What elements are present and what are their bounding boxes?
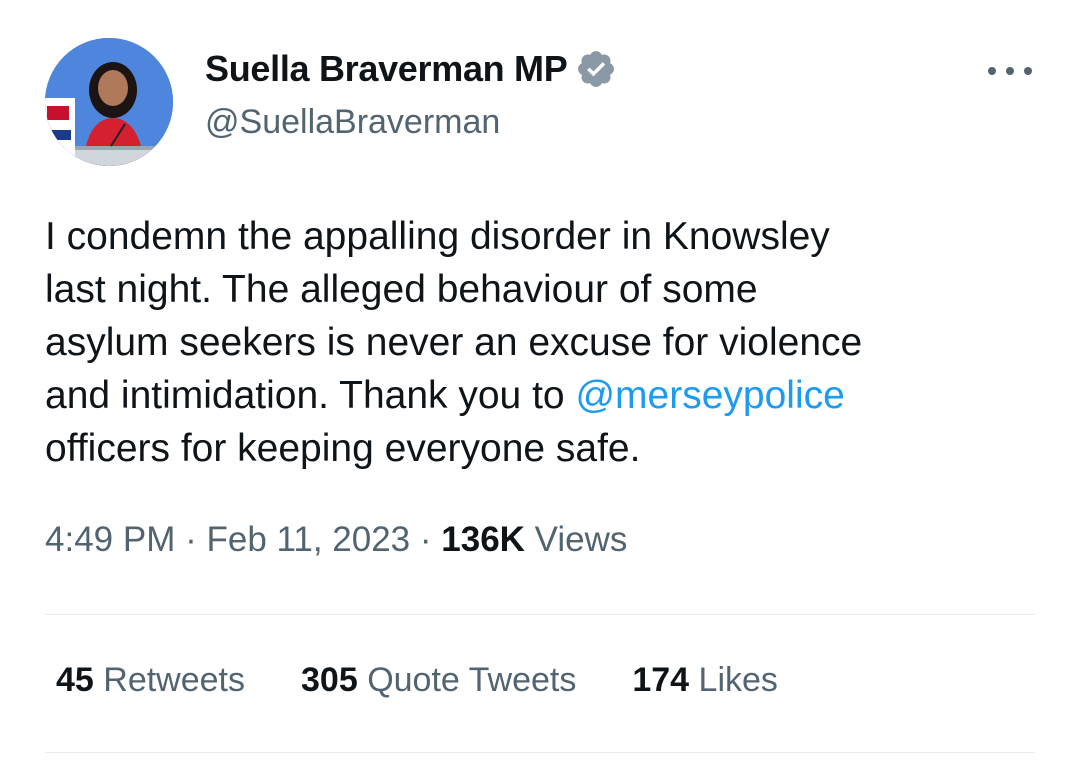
tweet-text-fragment: and intimidation. Thank you to [45,374,576,417]
tweet-text-line: asylum seekers is never an excuse for vi… [45,321,863,364]
tweet-text-line: I condemn the appalling disorder in Know… [45,215,830,258]
divider [45,752,1035,753]
verified-badge-icon [578,51,615,87]
author-name-row: Suella Braverman MP [205,48,617,90]
divider [45,614,1035,615]
more-options-icon[interactable] [988,56,1032,86]
more-dot [988,67,996,75]
author-handle[interactable]: @SuellaBraverman [205,103,500,142]
tweet-text-line: last night. The alleged behaviour of som… [45,268,758,311]
meta-separator: · [410,520,442,559]
tweet-text-line: and intimidation. Thank you to @merseypo… [45,369,1045,422]
quote-tweets-label: Quote Tweets [357,661,577,699]
avatar[interactable] [45,38,173,166]
likes-stat[interactable]: 174 Likes [632,661,778,700]
retweets-stat[interactable]: 45 Retweets [56,661,245,700]
tweet-meta: 4:49 PM · Feb 11, 2023 · 136K Views [45,520,627,560]
views-label: Views [524,520,628,559]
views-count: 136K [441,520,525,559]
likes-label: Likes [689,661,778,699]
tweet-date[interactable]: Feb 11, 2023 [206,520,410,559]
quote-tweets-count: 305 [301,661,358,699]
tweet-text: I condemn the appalling disorder in Know… [45,210,1045,475]
tweet: Suella Braverman MP @SuellaBraverman I c… [0,0,1079,761]
tweet-time[interactable]: 4:49 PM [45,520,175,559]
retweets-label: Retweets [93,661,246,699]
mention-link[interactable]: @merseypolice [575,374,844,417]
display-name[interactable]: Suella Braverman MP [205,48,568,90]
engagement-stats: 45 Retweets 305 Quote Tweets 174 Likes [56,661,834,700]
more-dot [1006,67,1014,75]
likes-count: 174 [632,661,690,699]
avatar-photo [45,38,173,166]
retweets-count: 45 [56,661,94,699]
more-dot [1024,67,1032,75]
meta-separator: · [175,520,207,559]
tweet-text-line: officers for keeping everyone safe. [45,427,641,470]
quote-tweets-stat[interactable]: 305 Quote Tweets [301,661,576,700]
